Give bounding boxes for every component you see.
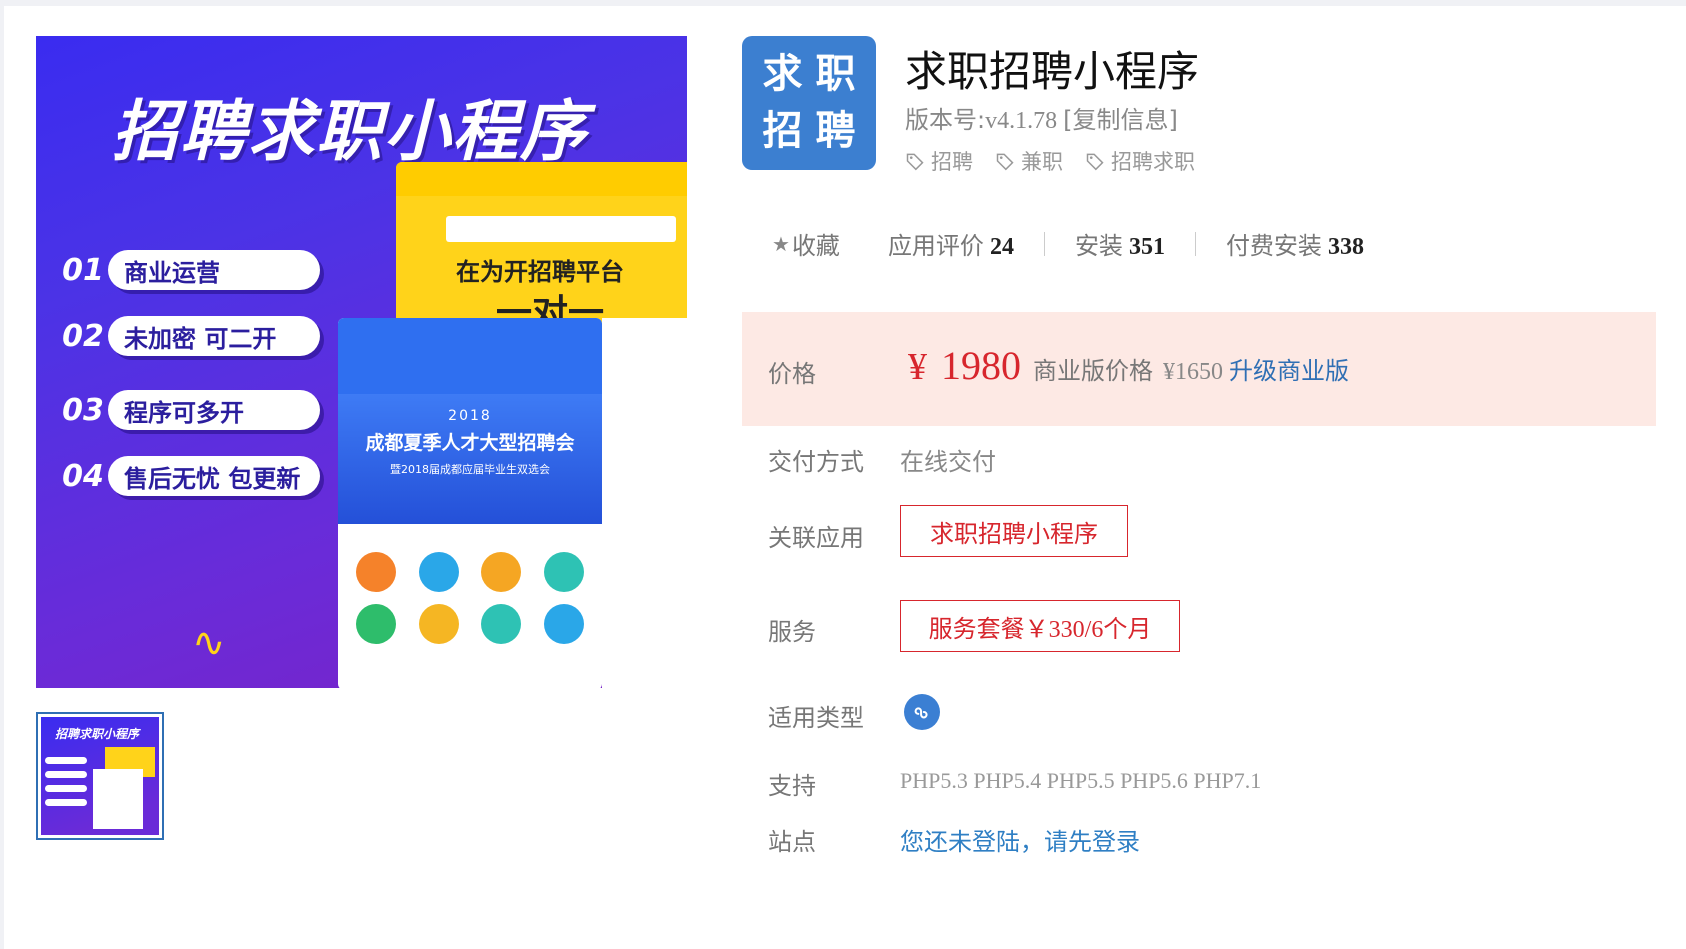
site-label: 站点	[768, 828, 816, 856]
yellow-slogan: 在为开招聘平台	[456, 258, 624, 286]
gallery-thumbnail[interactable]: 招聘求职小程序	[36, 712, 164, 840]
product-main-image[interactable]: 招聘求职小程序 在为开招聘平台 一对一 2018 成都夏季人才大型招聘会 暨20…	[36, 36, 687, 688]
price-amount: 1980	[941, 343, 1021, 388]
tag-list: 招聘 兼职 招聘求职	[905, 146, 1195, 176]
copy-info-link[interactable]: [复制信息]	[1063, 106, 1178, 134]
service-label: 服务	[768, 618, 816, 646]
type-label: 适用类型	[768, 704, 864, 732]
business-price-label: 商业版价格	[1033, 357, 1153, 385]
divider	[1194, 231, 1196, 256]
delivery-label: 交付方式	[768, 448, 864, 476]
related-app-button[interactable]: 求职招聘小程序	[900, 505, 1128, 557]
price-box: 价格 ¥ 1980 商业版价格 ¥1650 升级商业版	[742, 312, 1656, 426]
phone-side-strip	[602, 318, 687, 688]
banner-sub: 暨2018届成都应届毕业生双选会	[390, 463, 550, 476]
star-icon: ★	[772, 231, 790, 256]
tag-icon	[996, 153, 1014, 171]
banner-title: 成都夏季人才大型招聘会	[365, 432, 575, 454]
related-app-label: 关联应用	[768, 524, 864, 552]
divider	[1043, 231, 1045, 256]
support-value: PHP5.3 PHP5.4 PHP5.5 PHP5.6 PHP7.1	[900, 768, 1262, 793]
page-title: 求职招聘小程序	[905, 47, 1200, 96]
feature-item: 02 未加密 可二开	[58, 316, 320, 356]
favorite-button[interactable]: ★ 收藏	[772, 226, 840, 261]
tag-icon	[906, 153, 924, 171]
rating-stat[interactable]: 应用评价 24	[888, 226, 1014, 261]
stats-bar: ★ 收藏 应用评价 24 安装 351 付费安装 338	[772, 226, 1364, 261]
price-currency: ¥	[908, 346, 927, 388]
upgrade-business-link[interactable]: 升级商业版	[1229, 351, 1349, 386]
hero-title: 招聘求职小程序	[112, 93, 588, 170]
wave-decoration: ∿	[192, 620, 226, 666]
install-stat: 安装 351	[1074, 232, 1165, 260]
feature-item: 01 商业运营	[58, 250, 320, 290]
banner-year: 2018	[448, 408, 492, 424]
phone-mockup-blue: 2018 成都夏季人才大型招聘会 暨2018届成都应届毕业生双选会	[338, 318, 602, 688]
mini-program-icon	[904, 694, 940, 730]
feature-item: 03 程序可多开	[58, 390, 320, 430]
thumb-title: 招聘求职小程序	[55, 727, 140, 741]
service-package-button[interactable]: 服务套餐￥330/6个月	[900, 600, 1180, 652]
tag-icon	[1086, 153, 1104, 171]
business-price-amount: ¥1650	[1163, 359, 1223, 385]
tag-item[interactable]: 招聘求职	[1085, 146, 1195, 176]
login-link[interactable]: 您还未登陆，请先登录	[900, 822, 1140, 857]
version-number: v4.1.78	[985, 108, 1058, 134]
version-info: 版本号:v4.1.78 [复制信息]	[905, 106, 1178, 134]
delivery-value: 在线交付	[900, 448, 996, 476]
tag-item[interactable]: 招聘	[905, 146, 973, 176]
tag-item[interactable]: 兼职	[995, 146, 1063, 176]
paid-install-stat: 付费安装 338	[1225, 232, 1364, 260]
app-logo: 求 职 招 聘	[742, 36, 876, 170]
feature-item: 04 售后无忧 包更新	[58, 456, 320, 496]
price-label: 价格	[768, 360, 816, 388]
support-label: 支持	[768, 772, 816, 800]
